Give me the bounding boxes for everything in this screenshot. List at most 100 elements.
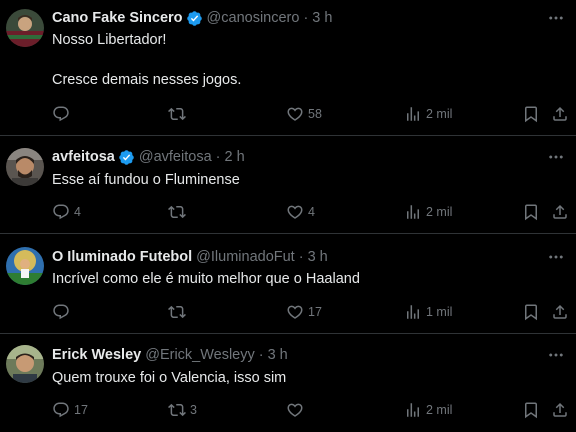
- reply-button[interactable]: [52, 302, 74, 322]
- author-name[interactable]: Cano Fake Sincero: [52, 10, 183, 26]
- tweet-text: Nosso Libertador! Cresce demais nesses j…: [52, 32, 242, 88]
- share-button[interactable]: [551, 104, 569, 124]
- tweet[interactable]: Erick Wesley @Erick_Wesleyy · 3 h Quem t…: [0, 334, 576, 432]
- author-handle[interactable]: @avfeitosa: [139, 149, 212, 165]
- tweet-text: Esse aí fundou o Fluminense: [52, 172, 240, 188]
- reply-button[interactable]: [52, 104, 74, 124]
- bookmark-button[interactable]: [522, 302, 540, 322]
- tweet-text: Incrível como ele é muito melhor que o H…: [52, 271, 360, 287]
- tweet[interactable]: avfeitosa @avfeitosa · 2 h Esse aí fundo…: [0, 136, 576, 234]
- more-icon[interactable]: [546, 247, 566, 267]
- verified-badge-icon: [186, 10, 203, 27]
- like-count: 58: [308, 107, 322, 121]
- views-icon: [404, 203, 422, 221]
- avatar[interactable]: [6, 345, 44, 383]
- views-button[interactable]: 1 mil: [404, 302, 452, 322]
- reply-count: 17: [74, 403, 88, 417]
- avatar[interactable]: [6, 148, 44, 186]
- bookmark-button[interactable]: [522, 104, 540, 124]
- share-button[interactable]: [551, 400, 569, 420]
- reply-icon: [52, 105, 70, 123]
- reply-count: 4: [74, 205, 81, 219]
- reply-icon: [52, 401, 70, 419]
- like-button[interactable]: [286, 400, 308, 420]
- timestamp[interactable]: 3 h: [308, 249, 328, 265]
- retweet-icon: [168, 401, 186, 419]
- bookmark-button[interactable]: [522, 400, 540, 420]
- reply-button[interactable]: 4: [52, 202, 81, 222]
- views-count: 2 mil: [426, 107, 453, 121]
- timestamp[interactable]: 3 h: [312, 10, 332, 26]
- more-icon[interactable]: [546, 345, 566, 365]
- views-count: 2 mil: [426, 403, 453, 417]
- views-button[interactable]: 2 mil: [404, 104, 452, 124]
- tweet-header: Cano Fake Sincero @canosincero · 3 h: [52, 8, 332, 28]
- share-icon: [551, 105, 569, 123]
- retweet-icon: [168, 203, 186, 221]
- like-count: 17: [308, 305, 322, 319]
- views-icon: [404, 303, 422, 321]
- tweet-actions: 17 3 2 mil: [0, 400, 576, 420]
- separator-dot: ·: [258, 347, 264, 363]
- views-icon: [404, 401, 422, 419]
- author-name[interactable]: O Iluminado Futebol: [52, 249, 192, 265]
- views-button[interactable]: 2 mil: [404, 202, 452, 222]
- heart-icon: [286, 203, 304, 221]
- like-button[interactable]: 4: [286, 202, 315, 222]
- like-button[interactable]: 17: [286, 302, 322, 322]
- heart-icon: [286, 401, 304, 419]
- bookmark-icon: [522, 303, 540, 321]
- share-button[interactable]: [551, 202, 569, 222]
- more-icon[interactable]: [546, 8, 566, 28]
- bookmark-icon: [522, 401, 540, 419]
- views-button[interactable]: 2 mil: [404, 400, 452, 420]
- tweet-header: O Iluminado Futebol @IluminadoFut · 3 h: [52, 247, 328, 267]
- tweet[interactable]: Cano Fake Sincero @canosincero · 3 h Nos…: [0, 0, 576, 136]
- tweet-text: Quem trouxe foi o Valencia, isso sim: [52, 370, 287, 386]
- tweet-actions: 4 4 2 mil: [0, 202, 576, 222]
- tweet-actions: 58 2 mil: [0, 104, 576, 124]
- avatar[interactable]: [6, 247, 44, 285]
- avatar[interactable]: [6, 9, 44, 47]
- separator-dot: ·: [298, 249, 304, 265]
- views-icon: [404, 105, 422, 123]
- like-button[interactable]: 58: [286, 104, 322, 124]
- bookmark-button[interactable]: [522, 202, 540, 222]
- tweet-actions: 17 1 mil: [0, 302, 576, 322]
- verified-badge-icon: [118, 149, 135, 166]
- retweet-icon: [168, 105, 186, 123]
- like-count: 4: [308, 205, 315, 219]
- more-icon[interactable]: [546, 147, 566, 167]
- bookmark-icon: [522, 105, 540, 123]
- retweet-button[interactable]: [168, 202, 190, 222]
- share-icon: [551, 203, 569, 221]
- share-icon: [551, 401, 569, 419]
- heart-icon: [286, 303, 304, 321]
- timestamp[interactable]: 3 h: [268, 347, 288, 363]
- retweet-icon: [168, 303, 186, 321]
- separator-dot: ·: [303, 10, 309, 26]
- retweet-button[interactable]: [168, 302, 190, 322]
- bookmark-icon: [522, 203, 540, 221]
- reply-button[interactable]: 17: [52, 400, 88, 420]
- timestamp[interactable]: 2 h: [224, 149, 244, 165]
- views-count: 1 mil: [426, 305, 453, 319]
- author-handle[interactable]: @canosincero: [207, 10, 300, 26]
- author-handle[interactable]: @IluminadoFut: [196, 249, 295, 265]
- reply-icon: [52, 303, 70, 321]
- heart-icon: [286, 105, 304, 123]
- share-button[interactable]: [551, 302, 569, 322]
- author-name[interactable]: Erick Wesley: [52, 347, 141, 363]
- tweet-header: Erick Wesley @Erick_Wesleyy · 3 h: [52, 345, 288, 365]
- author-handle[interactable]: @Erick_Wesleyy: [145, 347, 255, 363]
- tweet-header: avfeitosa @avfeitosa · 2 h: [52, 147, 245, 167]
- author-name[interactable]: avfeitosa: [52, 149, 115, 165]
- retweet-button[interactable]: 3: [168, 400, 197, 420]
- retweet-button[interactable]: [168, 104, 190, 124]
- share-icon: [551, 303, 569, 321]
- retweet-count: 3: [190, 403, 197, 417]
- views-count: 2 mil: [426, 205, 453, 219]
- reply-icon: [52, 203, 70, 221]
- separator-dot: ·: [215, 149, 221, 165]
- tweet[interactable]: O Iluminado Futebol @IluminadoFut · 3 h …: [0, 234, 576, 334]
